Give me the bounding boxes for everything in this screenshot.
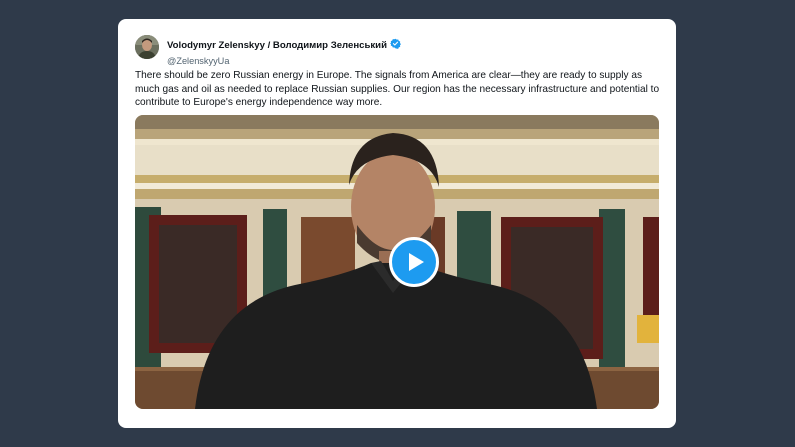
tweet-card: Volodymyr Zelenskyy / Володимир Зеленськ… — [118, 19, 676, 428]
author-display-name[interactable]: Volodymyr Zelenskyy / Володимир Зеленськ… — [167, 40, 387, 51]
play-button[interactable] — [389, 237, 439, 287]
video-player[interactable] — [135, 115, 659, 409]
verified-badge-icon — [390, 36, 401, 54]
author-block: Volodymyr Zelenskyy / Володимир Зеленськ… — [167, 36, 401, 66]
author-handle[interactable]: @ZelenskyyUa — [167, 56, 401, 66]
tweet-text: There should be zero Russian energy in E… — [135, 70, 660, 108]
avatar[interactable] — [135, 35, 159, 59]
avatar-image — [135, 35, 159, 59]
play-icon — [409, 253, 424, 271]
